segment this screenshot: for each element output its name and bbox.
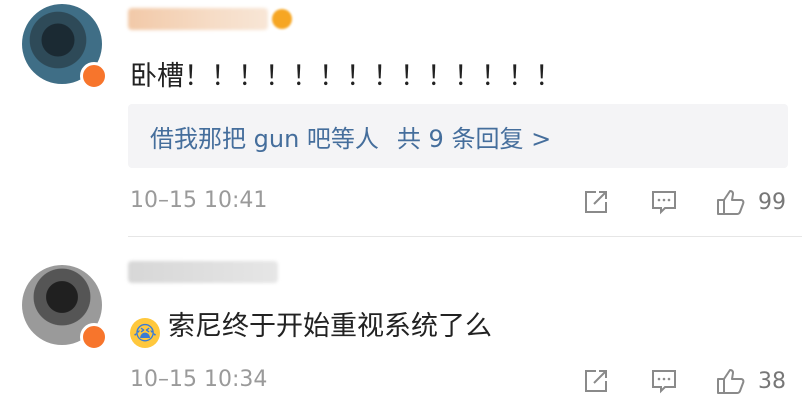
reply-more-link[interactable]: 共 9 条回复 > [397, 125, 551, 153]
comment-item: 😭 索尼终于开始重视系统了么 10–15 10:34 38 [0, 237, 802, 404]
comment-text-row: 😭 索尼终于开始重视系统了么 [130, 304, 492, 348]
reply-preview-text[interactable]: 借我那把 gun 吧等人共 9 条回复 > [150, 119, 551, 154]
share-icon[interactable] [582, 188, 610, 216]
comment-icon[interactable] [650, 367, 678, 395]
timestamp: 10–15 10:34 [130, 367, 268, 392]
like-count: 99 [758, 190, 786, 215]
verified-badge-icon [80, 62, 108, 90]
comment-text: 卧槽！！！！！！！！！！！！！！ [130, 61, 562, 92]
like-icon[interactable] [716, 367, 745, 395]
reply-preview[interactable]: 借我那把 gun 吧等人 [150, 125, 379, 153]
username-blurred[interactable] [128, 8, 268, 30]
comment-item: 卧槽！！！！！！！！！！！！！！ 借我那把 gun 吧等人共 9 条回复 > 1… [0, 0, 802, 236]
like-icon[interactable] [716, 188, 745, 216]
reply-preview-box[interactable]: 借我那把 gun 吧等人共 9 条回复 > [128, 104, 788, 168]
username-blurred[interactable] [128, 261, 278, 283]
vip-icon [272, 9, 292, 29]
timestamp: 10–15 10:41 [130, 188, 268, 213]
comment-icon[interactable] [650, 188, 678, 216]
verified-badge-icon [80, 323, 108, 351]
emoji-crying-icon: 😭 [130, 318, 160, 348]
share-icon[interactable] [582, 367, 610, 395]
like-count: 38 [758, 369, 786, 394]
comment-text: 索尼终于开始重视系统了么 [168, 311, 492, 342]
